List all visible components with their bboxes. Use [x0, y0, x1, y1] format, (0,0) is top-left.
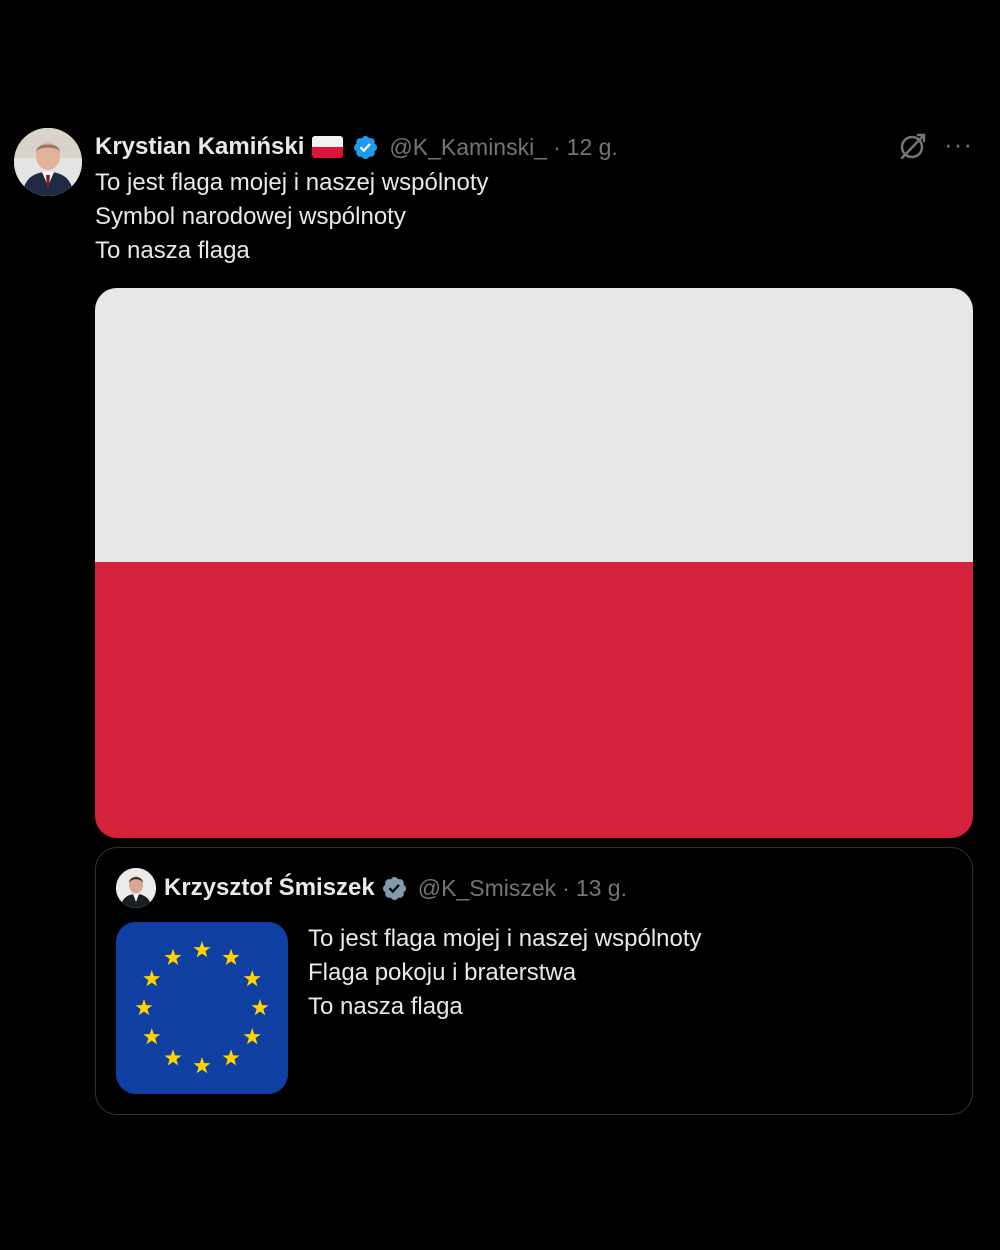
- quoted-tweet-text-line: To nasza flaga: [308, 993, 463, 1020]
- author-avatar[interactable]: [14, 128, 82, 196]
- quoted-tweet-text: To jest flaga mojej i naszej wspólnoty F…: [308, 922, 702, 1024]
- separator-dot: ·: [562, 874, 570, 901]
- separator-dot: ·: [553, 133, 561, 160]
- author-name[interactable]: Krystian Kamiński: [95, 133, 304, 161]
- verified-badge-icon[interactable]: [352, 134, 379, 161]
- author-handle[interactable]: @K_Kaminski_: [389, 134, 547, 161]
- flag-red-stripe: [95, 562, 973, 838]
- eu-flag-icon: [116, 922, 288, 1094]
- verified-badge-icon[interactable]: [381, 875, 408, 902]
- poland-flag-emoji-icon: [312, 136, 344, 158]
- tweet-text-line: To nasza flaga: [95, 237, 250, 264]
- tweet-timestamp[interactable]: 12 g.: [567, 134, 618, 161]
- tweet-text-line: Symbol narodowej wspólnoty: [95, 203, 406, 230]
- quoted-author-name[interactable]: Krzysztof Śmiszek: [164, 874, 375, 902]
- tweet-text: To jest flaga mojej i naszej wspólnoty S…: [95, 166, 489, 268]
- poland-flag-image[interactable]: [95, 288, 973, 838]
- eu-flag-image[interactable]: [116, 922, 288, 1094]
- more-options-icon[interactable]: ···: [944, 130, 972, 162]
- grok-icon[interactable]: [896, 130, 928, 162]
- quoted-tweet-header: Krzysztof Śmiszek @K_Smiszek · 13 g.: [116, 868, 627, 908]
- quoted-tweet-text-line: To jest flaga mojej i naszej wspólnoty: [308, 925, 702, 952]
- quoted-tweet-timestamp[interactable]: 13 g.: [576, 875, 627, 902]
- tweet-text-line: To jest flaga mojej i naszej wspólnoty: [95, 169, 489, 196]
- quoted-tweet[interactable]: Krzysztof Śmiszek @K_Smiszek · 13 g. To …: [95, 847, 973, 1115]
- quoted-author-handle[interactable]: @K_Smiszek: [418, 875, 556, 902]
- tweet-header: Krystian Kamiński @K_Kaminski_ · 12 g.: [95, 130, 618, 164]
- quoted-author-avatar[interactable]: [116, 868, 156, 908]
- quoted-tweet-text-line: Flaga pokoju i braterstwa: [308, 959, 577, 986]
- flag-white-stripe: [95, 288, 973, 562]
